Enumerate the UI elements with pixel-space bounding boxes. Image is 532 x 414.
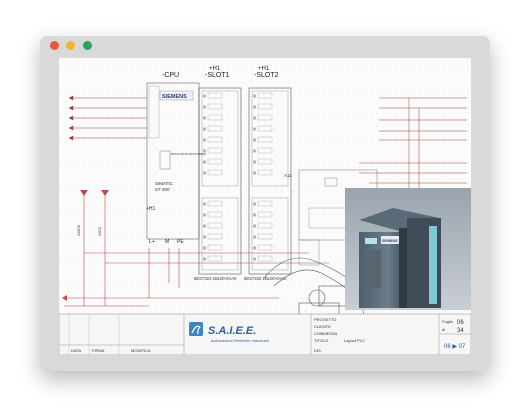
- foglio-value: 06: [457, 320, 464, 326]
- terminal-point: [203, 94, 206, 98]
- simatic-label: SIMATIC: [155, 181, 174, 186]
- terminal-point: [203, 116, 206, 120]
- terminal-point: [203, 149, 206, 153]
- schematic-canvas: -CPU +H1 -SLOT1 +H1 -SLOT2 SIEMENS RUN-P…: [59, 58, 471, 355]
- slot2-header: -SLOT2: [254, 72, 279, 79]
- field-commessa: COMMESSA: [314, 331, 338, 336]
- terminal-point: [203, 127, 206, 131]
- terminal-point: [203, 224, 206, 228]
- terminal-point: [203, 160, 206, 164]
- terminal-point: [253, 202, 256, 206]
- a11-label: A11: [284, 173, 292, 178]
- title-value: Layout PLC: [344, 338, 365, 343]
- s7-300-label: S7-300: [155, 187, 170, 192]
- terminal-point: [253, 138, 256, 142]
- close-button[interactable]: [50, 41, 59, 50]
- app-window: -CPU +H1 -SLOT1 +H1 -SLOT2 SIEMENS RUN-P…: [40, 36, 490, 371]
- terminal-point: [203, 235, 206, 239]
- terminal-point: [253, 171, 256, 175]
- electrical-schematic: -CPU +H1 -SLOT1 +H1 -SLOT2 SIEMENS RUN-P…: [59, 58, 471, 355]
- mode-selector-labels: RUN-P RUN STOP MRES: [171, 152, 206, 156]
- h1-label: +H1: [146, 206, 156, 212]
- company-name: S.A.I.E.E.: [208, 325, 256, 337]
- terminal-point: [253, 257, 256, 261]
- terminal-point: [253, 160, 256, 164]
- terminal-point: [253, 246, 256, 250]
- field-cliente: CLIENTE: [314, 324, 331, 329]
- terminal-point: [253, 127, 256, 131]
- terminal-point: [253, 235, 256, 239]
- rev-header-firma: FIRMA: [92, 348, 105, 353]
- cpu-header: -CPU: [162, 72, 179, 79]
- power-label-lplus: L+: [149, 239, 155, 245]
- terminal-point: [253, 116, 256, 120]
- terminal-point: [253, 213, 256, 217]
- terminal-point: [203, 171, 206, 175]
- wire-label-2: 0VCC: [98, 226, 102, 236]
- rev-header-modifica: MODIFICA: [131, 348, 151, 353]
- di-label: di: [442, 327, 445, 332]
- slot1-header: -SLOT1: [205, 72, 230, 79]
- foglio-label: Foglio: [442, 319, 454, 324]
- plc-photo-brand: SIEMENS: [382, 239, 398, 243]
- page-navigation[interactable]: 06 ▶ 07: [444, 344, 466, 350]
- slot1-part-number: 6ES7321-1BL00-0AA0: [194, 276, 237, 281]
- terminal-point: [203, 138, 206, 142]
- terminal-point: [253, 224, 256, 228]
- field-progetto: PROGETTO: [314, 317, 336, 322]
- terminal-point: [253, 105, 256, 109]
- terminal-point: [203, 246, 206, 250]
- terminal-point: [253, 149, 256, 153]
- terminal-point: [253, 94, 256, 98]
- terminal-point: [203, 257, 206, 261]
- di-value: 34: [457, 328, 464, 334]
- terminal-point: [203, 213, 206, 217]
- title-block: DATA FIRMA MODIFICA S.A.I.E.E. automazio…: [59, 313, 471, 355]
- power-label-pe: PE: [177, 239, 184, 245]
- wire-label-1: 24VCC: [77, 224, 81, 236]
- plc-photo: SIEMENS: [345, 188, 471, 310]
- siemens-brand: SIEMENS: [162, 94, 187, 100]
- field-titolo: TITOLO: [314, 338, 328, 343]
- field-dis: DIS.: [314, 348, 322, 353]
- title-bar: [40, 36, 490, 56]
- company-subtitle: automazioni Elettriche Industriali: [211, 338, 269, 343]
- maximize-button[interactable]: [83, 41, 92, 50]
- terminal-point: [203, 202, 206, 206]
- rev-header-data: DATA: [71, 348, 81, 353]
- minimize-button[interactable]: [66, 41, 75, 50]
- power-label-m: M: [165, 239, 169, 245]
- terminal-point: [203, 105, 206, 109]
